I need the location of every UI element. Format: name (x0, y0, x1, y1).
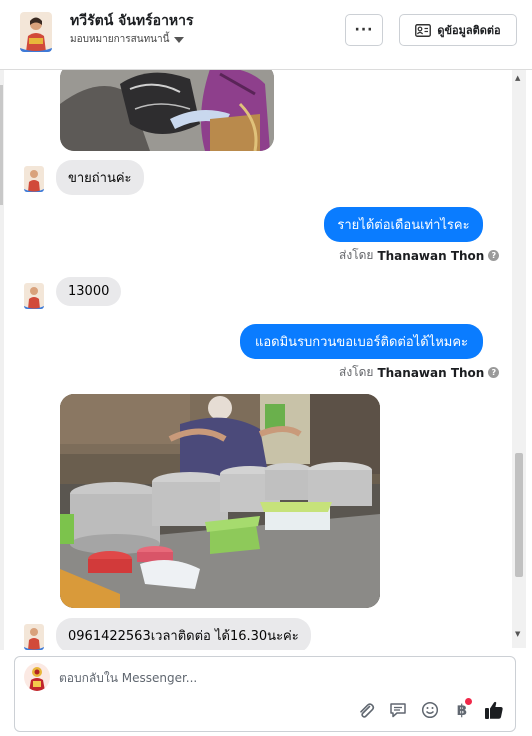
contact-avatar[interactable] (20, 12, 52, 52)
incoming-message[interactable]: 13000 (56, 277, 122, 306)
conversation-header: ทวีรัตน์ จันทร์อาหาร มอบหมายการสนทนานี้ … (0, 0, 532, 70)
view-contact-info-button[interactable]: ดูข้อมูลติดต่อ (399, 14, 517, 46)
saved-reply-button[interactable] (387, 699, 409, 721)
view-contact-info-label: ดูข้อมูลติดต่อ (437, 24, 501, 37)
sent-by-prefix: ส่งโดย (339, 248, 374, 262)
more-options-button[interactable]: ··· (345, 14, 383, 46)
attachment-icon (360, 703, 375, 718)
caret-down-icon (174, 36, 185, 43)
saved-reply-icon (390, 703, 406, 718)
notification-dot (465, 698, 472, 705)
help-icon[interactable]: ? (488, 250, 500, 261)
payment-button[interactable]: ฿ (451, 698, 473, 721)
like-button[interactable] (483, 699, 505, 721)
like-icon (485, 701, 503, 719)
sender-avatar (24, 283, 44, 309)
message-thread[interactable]: ขายถ่านค่ะ รายได้ต่อเดือนเท่าไรคะ ส่งโดย… (0, 70, 512, 650)
emoji-icon (421, 701, 439, 719)
sent-by-label: ส่งโดย Thanawan Thon ? (339, 363, 500, 382)
message-photo[interactable] (60, 394, 380, 608)
sent-by-name[interactable]: Thanawan Thon (377, 249, 484, 263)
sent-by-prefix: ส่งโดย (339, 365, 374, 379)
sent-by-label: ส่งโดย Thanawan Thon ? (339, 246, 500, 265)
scroll-down-arrow-icon[interactable]: ▼ (515, 630, 520, 638)
incoming-message[interactable]: ขายถ่านค่ะ (56, 160, 144, 195)
incoming-message[interactable]: 0961422563เวลาติดต่อ ได้16.30นะค่ะ (56, 618, 311, 650)
sender-avatar (24, 624, 44, 650)
emoji-button[interactable] (419, 699, 441, 721)
more-icon: ··· (354, 22, 374, 38)
assign-conversation-dropdown[interactable]: มอบหมายการสนทนานี้ (70, 32, 185, 47)
message-scrollbar[interactable]: ▲ ▼ (512, 70, 526, 648)
sender-avatar (24, 166, 44, 192)
contact-card-icon (415, 23, 432, 37)
outgoing-message[interactable]: รายได้ต่อเดือนเท่าไรคะ (324, 207, 483, 242)
message-photo[interactable] (60, 70, 274, 151)
reply-composer: ฿ (14, 656, 516, 732)
attachment-button[interactable] (355, 699, 377, 721)
reply-input[interactable] (59, 667, 499, 689)
page-avatar (24, 663, 50, 691)
outgoing-message[interactable]: แอดมินรบกวนขอเบอร์ติดต่อได้ไหมคะ (240, 324, 483, 359)
scroll-up-arrow-icon[interactable]: ▲ (515, 74, 520, 82)
contact-name[interactable]: ทวีรัตน์ จันทร์อาหาร (70, 10, 194, 32)
help-icon[interactable]: ? (488, 367, 500, 378)
assign-label: มอบหมายการสนทนานี้ (70, 34, 170, 45)
sent-by-name[interactable]: Thanawan Thon (377, 366, 484, 380)
scrollbar-thumb[interactable] (515, 453, 523, 577)
